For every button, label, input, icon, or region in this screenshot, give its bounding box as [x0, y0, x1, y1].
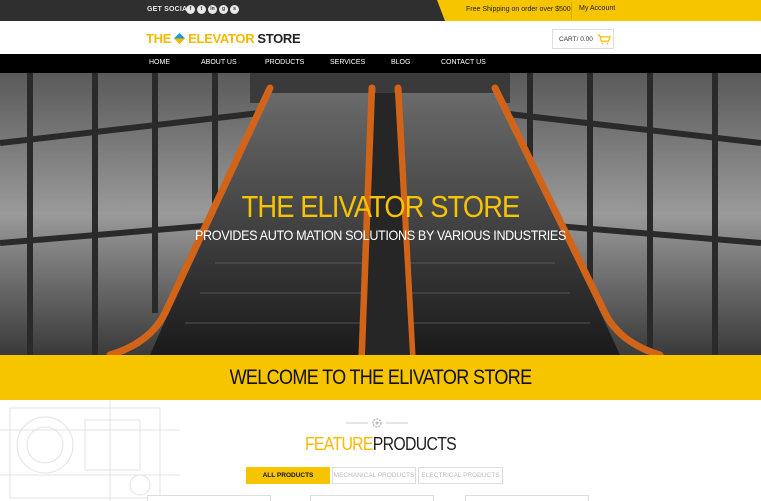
tab-all-products[interactable]: ALL PRODUCTS: [246, 467, 330, 484]
site-header: THE ELEVATOR STORE CART/ 0.00: [0, 21, 761, 54]
nav-services[interactable]: SERVICES: [330, 59, 365, 66]
hero-title: THE ELIVATOR STORE: [241, 189, 521, 224]
hero-subtitle: PROVIDES AUTO MATION SOLUTIONS BY VARIOU…: [194, 227, 567, 243]
linkedin-icon[interactable]: in: [208, 5, 217, 14]
facebook-icon[interactable]: f: [186, 5, 195, 14]
tab-mechanical-products[interactable]: MECHANICAL PRODUCTS: [332, 467, 416, 484]
product-card[interactable]: [310, 495, 434, 501]
cart-label: CART/ 0.00: [559, 35, 593, 43]
shipping-notice: Free Shipping on order over $500: [466, 6, 571, 13]
logo-text-elevator: ELEVATOR: [188, 31, 255, 46]
top-bar: GET SOCIAL: f t in g s Free Shipping on …: [0, 0, 761, 21]
topbar-divider: [571, 2, 572, 19]
gear-ornament-icon: [346, 418, 408, 428]
feature-products-title: FEATUREPRODUCTS: [46, 434, 716, 455]
product-card[interactable]: [465, 495, 589, 501]
feature-title-part1: FEATURE: [304, 434, 374, 454]
social-icons: f t in g s: [186, 5, 239, 14]
logo-diamond-icon: [174, 32, 186, 45]
nav-contact-us[interactable]: CONTACT US: [441, 59, 486, 66]
product-card[interactable]: [147, 495, 271, 501]
cart-button[interactable]: CART/ 0.00: [552, 29, 614, 49]
welcome-band: WELCOME TO THE ELIVATOR STORE: [0, 355, 761, 400]
logo-text-store: STORE: [257, 31, 301, 46]
google-plus-icon[interactable]: g: [219, 5, 228, 14]
main-nav: HOME ABOUT US PRODUCTS SERVICES BLOG CON…: [0, 54, 761, 73]
skype-icon[interactable]: s: [230, 5, 239, 14]
nav-products[interactable]: PRODUCTS: [265, 59, 304, 66]
hero-banner: THE ELIVATOR STORE PROVIDES AUTO MATION …: [0, 73, 761, 355]
nav-blog[interactable]: BLOG: [391, 59, 410, 66]
feature-title-part2: PRODUCTS: [372, 434, 457, 454]
logo-text-the: THE: [146, 31, 172, 46]
nav-about-us[interactable]: ABOUT US: [201, 59, 237, 66]
tab-electrical-products[interactable]: ELECTRICAL PRODUCTS: [418, 467, 503, 484]
welcome-heading: WELCOME TO THE ELIVATOR STORE: [229, 366, 533, 389]
shopping-cart-icon: [597, 34, 611, 44]
logo[interactable]: THE ELEVATOR STORE: [146, 31, 301, 46]
my-account-link[interactable]: My Account: [579, 5, 615, 12]
nav-home[interactable]: HOME: [149, 59, 170, 66]
twitter-icon[interactable]: t: [197, 5, 206, 14]
feature-products-section: FEATUREPRODUCTS ALL PRODUCTS MECHANICAL …: [0, 400, 761, 501]
